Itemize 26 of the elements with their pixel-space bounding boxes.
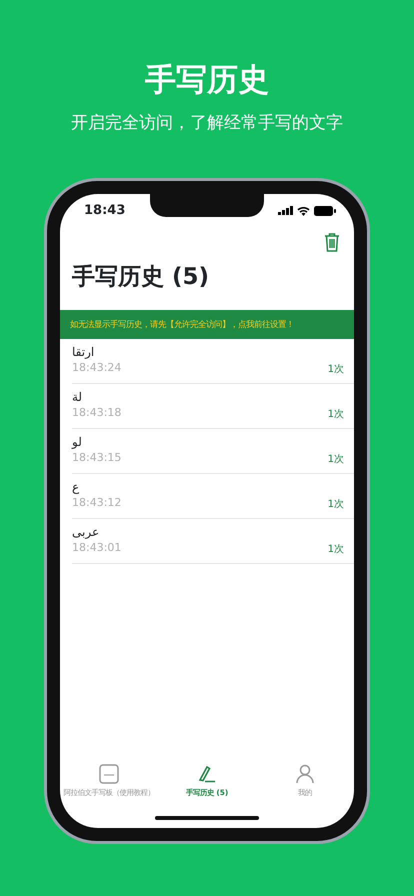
promo-title: 手写历史 <box>145 62 269 100</box>
use-count: 1次 <box>328 452 344 467</box>
pen-icon <box>196 764 217 784</box>
use-count: 1次 <box>328 498 344 512</box>
trash-icon[interactable] <box>324 232 340 252</box>
arabic-text: ارتقا <box>72 344 94 360</box>
use-count: 1次 <box>328 362 344 377</box>
wifi-icon <box>297 206 310 216</box>
status-time: 18:43 <box>84 202 126 220</box>
arabic-text: لة <box>72 390 82 406</box>
use-count: 1次 <box>328 408 344 422</box>
arabic-text: عربى <box>72 524 100 540</box>
promo-subtitle: 开启完全访问，了解经常手写的文字 <box>71 112 343 136</box>
page-title: 手写历史 (5) <box>71 262 210 292</box>
keyboard-icon <box>99 764 119 784</box>
timestamp: 18:43:18 <box>72 405 122 422</box>
timestamp: 18:43:01 <box>72 540 122 556</box>
timestamp: 18:43:15 <box>72 450 122 466</box>
use-count: 1次 <box>328 542 344 557</box>
signal-icon <box>278 206 293 216</box>
person-icon <box>295 764 315 784</box>
battery-icon <box>314 206 336 216</box>
timestamp: 18:43:24 <box>72 360 122 376</box>
arabic-text: لو <box>72 434 82 450</box>
timestamp: 18:43:12 <box>72 495 122 512</box>
arabic-text: ع <box>72 480 80 496</box>
